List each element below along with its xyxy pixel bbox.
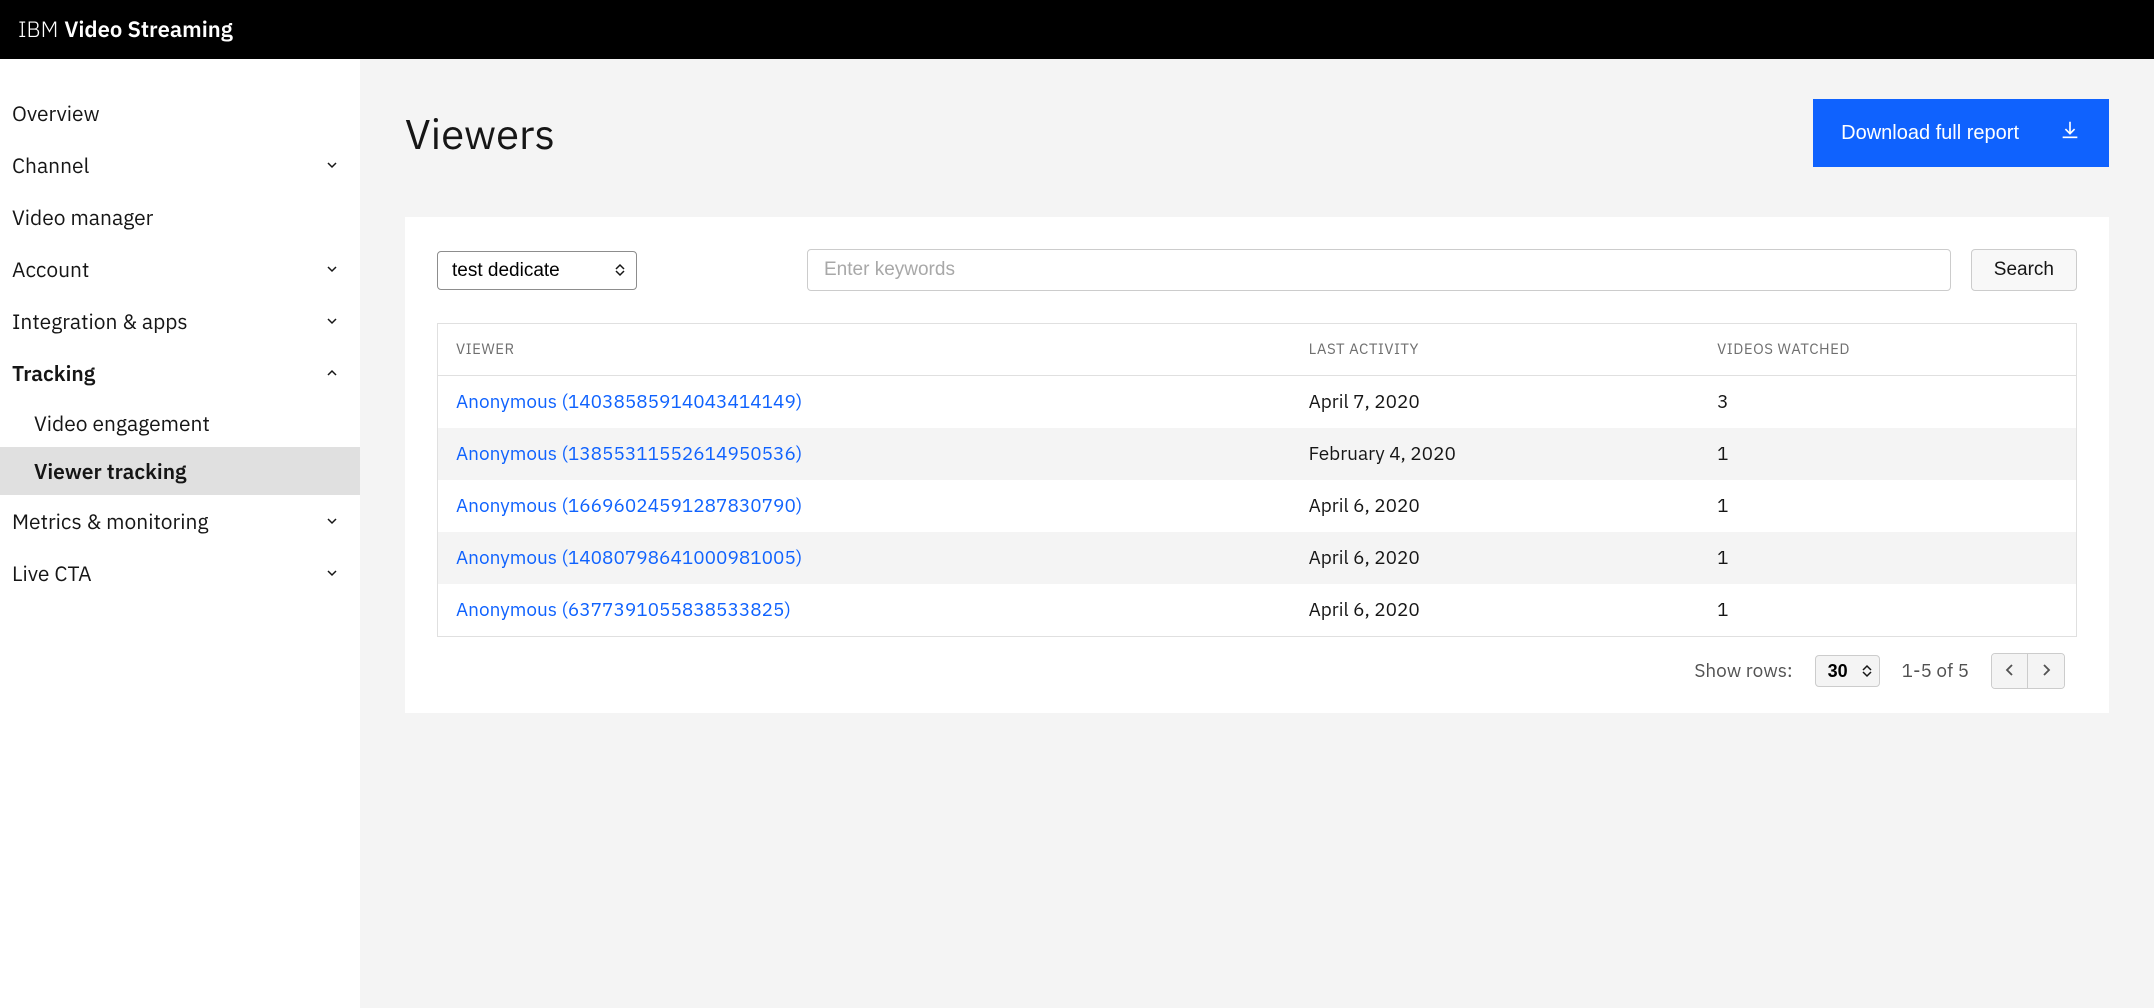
viewers-table: VIEWER LAST ACTIVITY VIDEOS WATCHED Anon… xyxy=(437,323,2077,637)
table-footer: Show rows: 30 1-5 of 5 xyxy=(437,637,2077,689)
keyword-input[interactable] xyxy=(807,249,1951,291)
rows-per-page-select[interactable]: 30 xyxy=(1815,655,1880,687)
column-header-viewer: VIEWER xyxy=(438,324,1291,376)
table-header-row: VIEWER LAST ACTIVITY VIDEOS WATCHED xyxy=(438,324,2077,376)
viewer-link[interactable]: Anonymous (14080798641000981005) xyxy=(456,546,802,570)
brand-prefix: IBM xyxy=(18,15,58,44)
table-row: Anonymous (16696024591287830790) April 6,… xyxy=(438,480,2077,532)
download-full-report-button[interactable]: Download full report xyxy=(1813,99,2109,167)
cell-last-activity: April 6, 2020 xyxy=(1291,584,1700,637)
cell-videos-watched: 3 xyxy=(1699,376,2076,429)
cell-last-activity: February 4, 2020 xyxy=(1291,428,1700,480)
sidebar-item-label: Tracking xyxy=(12,359,95,387)
chevron-right-icon xyxy=(2041,663,2051,680)
viewer-link[interactable]: Anonymous (13855311552614950536) xyxy=(456,442,802,466)
top-bar: IBM Video Streaming xyxy=(0,0,2154,59)
pagination-range: 1-5 of 5 xyxy=(1902,659,1969,683)
table-row: Anonymous (14080798641000981005) April 6,… xyxy=(438,532,2077,584)
sidebar-item-channel[interactable]: Channel xyxy=(0,139,360,191)
show-rows-label: Show rows: xyxy=(1694,659,1792,683)
sidebar-item-label: Channel xyxy=(12,151,89,179)
cell-videos-watched: 1 xyxy=(1699,532,2076,584)
chevron-down-icon xyxy=(322,511,342,531)
sidebar-item-label: Viewer tracking xyxy=(34,457,187,485)
viewer-link[interactable]: Anonymous (16696024591287830790) xyxy=(456,494,802,518)
chevron-up-icon xyxy=(322,363,342,383)
sidebar-item-tracking[interactable]: Tracking xyxy=(0,347,360,399)
cell-last-activity: April 6, 2020 xyxy=(1291,532,1700,584)
filter-select[interactable]: test dedicate xyxy=(437,251,637,290)
download-icon xyxy=(2059,119,2081,147)
column-header-videos-watched: VIDEOS WATCHED xyxy=(1699,324,2076,376)
main-content: Viewers Download full report test dedica… xyxy=(360,59,2154,1008)
cell-last-activity: April 7, 2020 xyxy=(1291,376,1700,429)
column-header-last-activity: LAST ACTIVITY xyxy=(1291,324,1700,376)
viewer-link[interactable]: Anonymous (6377391055838533825) xyxy=(456,598,791,622)
viewers-card: test dedicate Search VIEWER LAST ACTIVIT… xyxy=(405,217,2109,713)
sidebar-item-overview[interactable]: Overview xyxy=(0,87,360,139)
download-button-label: Download full report xyxy=(1841,122,2019,145)
cell-last-activity: April 6, 2020 xyxy=(1291,480,1700,532)
sidebar-subitem-viewer-tracking[interactable]: Viewer tracking xyxy=(0,447,360,495)
next-page-button[interactable] xyxy=(2028,654,2064,688)
sidebar-item-label: Video manager xyxy=(12,203,153,231)
chevron-left-icon xyxy=(2005,663,2015,680)
sidebar-item-label: Metrics & monitoring xyxy=(12,507,208,535)
table-row: Anonymous (13855311552614950536) February… xyxy=(438,428,2077,480)
sidebar: Overview Channel Video manager Account I… xyxy=(0,59,360,1008)
viewer-link[interactable]: Anonymous (14038585914043414149) xyxy=(456,390,802,414)
sidebar-item-video-manager[interactable]: Video manager xyxy=(0,191,360,243)
table-row: Anonymous (14038585914043414149) April 7,… xyxy=(438,376,2077,429)
prev-page-button[interactable] xyxy=(1992,654,2028,688)
cell-videos-watched: 1 xyxy=(1699,584,2076,637)
sidebar-item-live-cta[interactable]: Live CTA xyxy=(0,547,360,599)
sidebar-item-account[interactable]: Account xyxy=(0,243,360,295)
page-title: Viewers xyxy=(405,106,555,161)
page-header: Viewers Download full report xyxy=(405,99,2109,167)
search-button[interactable]: Search xyxy=(1971,249,2077,291)
table-row: Anonymous (6377391055838533825) April 6, … xyxy=(438,584,2077,637)
chevron-down-icon xyxy=(322,155,342,175)
chevron-down-icon xyxy=(322,311,342,331)
sidebar-item-integration-apps[interactable]: Integration & apps xyxy=(0,295,360,347)
sidebar-item-label: Overview xyxy=(12,99,100,127)
sidebar-item-metrics-monitoring[interactable]: Metrics & monitoring xyxy=(0,495,360,547)
sidebar-item-label: Video engagement xyxy=(34,409,210,437)
brand-name: Video Streaming xyxy=(64,15,232,44)
pager xyxy=(1991,653,2065,689)
sidebar-item-label: Live CTA xyxy=(12,559,92,587)
cell-videos-watched: 1 xyxy=(1699,480,2076,532)
filter-controls: test dedicate Search xyxy=(437,249,2077,291)
filter-select-wrap: test dedicate xyxy=(437,251,637,290)
chevron-down-icon xyxy=(322,259,342,279)
sidebar-subitem-video-engagement[interactable]: Video engagement xyxy=(0,399,360,447)
sidebar-item-label: Integration & apps xyxy=(12,307,188,335)
chevron-down-icon xyxy=(322,563,342,583)
sidebar-item-label: Account xyxy=(12,255,89,283)
cell-videos-watched: 1 xyxy=(1699,428,2076,480)
